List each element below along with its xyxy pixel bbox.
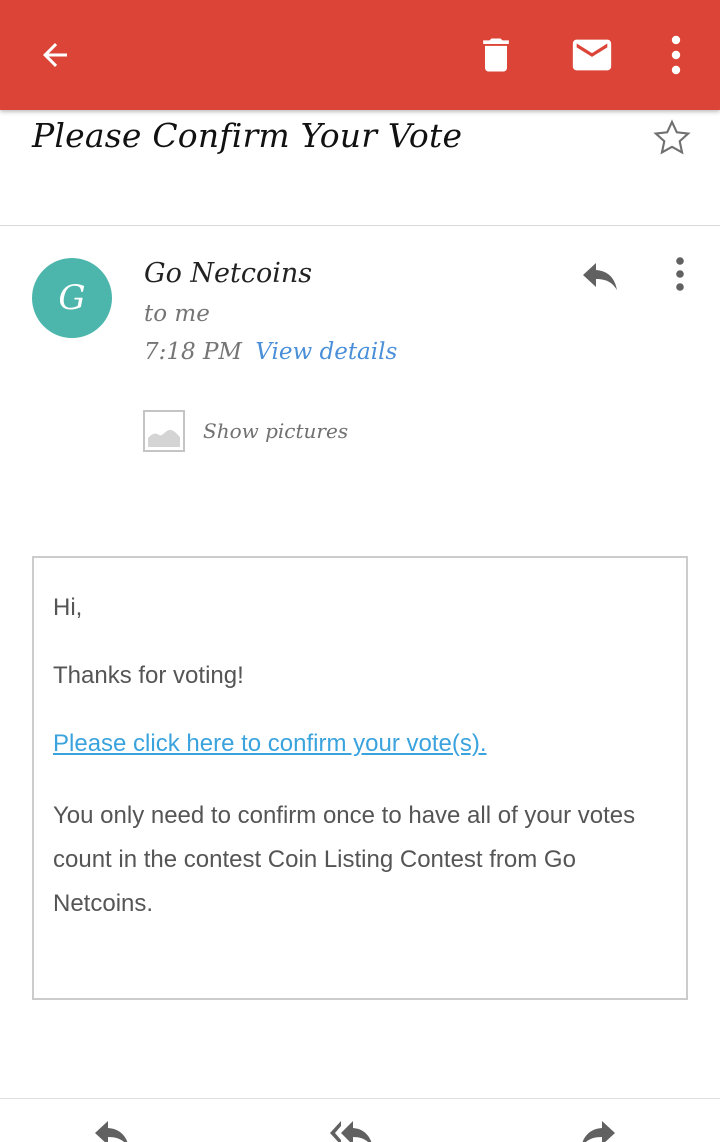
email-view: Please Confirm Your Vote G Go Netcoins t…: [0, 0, 720, 1142]
image-placeholder-icon: [143, 410, 185, 452]
mark-unread-button[interactable]: [562, 25, 622, 85]
star-button[interactable]: [648, 114, 696, 162]
view-details-link[interactable]: View details: [255, 339, 397, 365]
show-pictures-label: Show pictures: [203, 419, 349, 443]
bottom-forward-button[interactable]: [568, 1118, 628, 1142]
body-greeting: Hi,: [53, 594, 83, 621]
reply-button[interactable]: [574, 254, 626, 298]
email-body: Hi, Thanks for voting! Please click here…: [32, 556, 688, 1000]
confirm-vote-link[interactable]: Please click here to confirm your vote(s…: [53, 730, 487, 758]
bottom-divider: [0, 1098, 720, 1099]
body-thanks: Thanks for voting!: [53, 662, 244, 689]
star-outline-icon: [653, 119, 691, 155]
subject-divider: [0, 225, 720, 226]
toolbar-more-button[interactable]: [646, 25, 706, 85]
reply-icon: [95, 1121, 128, 1142]
more-vert-icon: [671, 35, 681, 75]
trash-icon: [483, 38, 509, 72]
mail-icon: [572, 39, 612, 71]
message-more-button[interactable]: [660, 252, 700, 296]
show-pictures-button[interactable]: Show pictures: [143, 410, 348, 452]
email-subject: Please Confirm Your Vote: [32, 116, 463, 155]
forward-icon: [582, 1121, 615, 1142]
time-row: 7:18 PM View details: [144, 339, 397, 365]
sender-name: Go Netcoins: [144, 258, 313, 289]
more-vert-icon: [676, 257, 684, 291]
reply-all-icon: [330, 1121, 372, 1142]
bottom-reply-all-button[interactable]: [322, 1118, 382, 1142]
arrow-back-icon: [43, 43, 67, 67]
message-time: 7:18 PM: [144, 339, 242, 365]
reply-icon: [583, 263, 617, 290]
delete-button[interactable]: [466, 25, 526, 85]
sender-avatar[interactable]: G: [32, 258, 112, 338]
recipient-label: to me: [144, 301, 210, 327]
top-toolbar: [0, 0, 720, 110]
avatar-letter: G: [58, 278, 86, 318]
back-button[interactable]: [25, 25, 85, 85]
bottom-reply-button[interactable]: [82, 1118, 142, 1142]
body-paragraph: You only need to confirm once to have al…: [53, 802, 636, 917]
